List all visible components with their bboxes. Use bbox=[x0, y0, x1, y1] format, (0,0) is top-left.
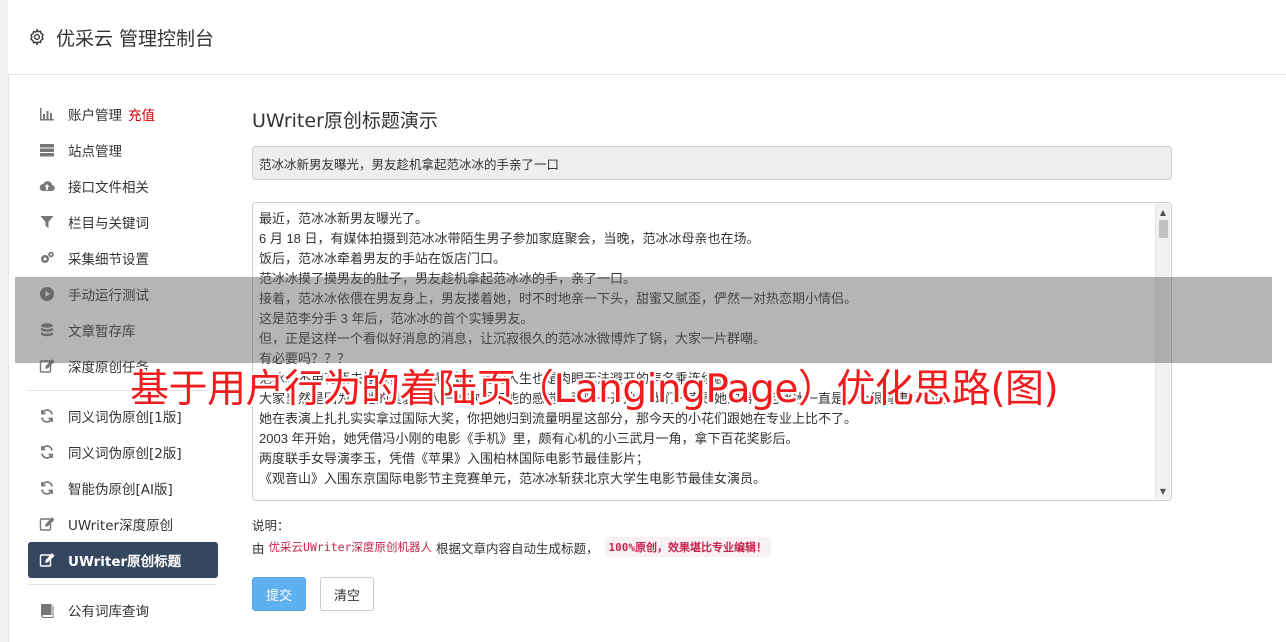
refresh-icon bbox=[38, 408, 56, 424]
recharge-link[interactable]: 充值 bbox=[128, 104, 155, 124]
note-badge: 100%原创，效果堪比专业编辑！ bbox=[604, 537, 771, 557]
server-icon bbox=[38, 142, 56, 158]
sidebar-item-label: 公有词库查询 bbox=[68, 604, 149, 620]
sidebar-item-label: 账户管理 bbox=[68, 108, 122, 124]
sidebar-item-uwriter-deep[interactable]: UWriter深度原创 bbox=[28, 506, 218, 542]
sidebar-item-label: 接口文件相关 bbox=[68, 180, 149, 196]
watermark-text: 基于用户行为的着陆页（LangingPage）优化思路(图) bbox=[130, 367, 1059, 412]
article-line: 最近，范冰冰新男友曝光了。 bbox=[259, 211, 429, 226]
sidebar-item-synonym-v2[interactable]: 同义词伪原创[2版] bbox=[28, 434, 218, 470]
sidebar-item-label: UWriter原创标题 bbox=[68, 554, 182, 570]
sidebar-item-label: 智能伪原创[AI版] bbox=[68, 482, 173, 498]
note-prefix: 由 bbox=[252, 540, 265, 556]
scroll-up-arrow-icon[interactable]: ▲ bbox=[1156, 205, 1170, 219]
article-line: 6 月 18 日，有媒体拍摄到范冰冰带陌生男子参加家庭聚会，当晚，范冰冰母亲也在… bbox=[259, 231, 760, 246]
top-bar: 优采云 管理控制台 bbox=[8, 0, 1286, 75]
refresh-icon bbox=[38, 444, 56, 460]
submit-button[interactable]: 提交 bbox=[252, 577, 306, 611]
main-content: UWriter原创标题演示 范冰冰新男友曝光，男友趁机拿起范冰冰的手亲了一口 最… bbox=[252, 106, 1172, 611]
note-text: 由 优采云UWriter深度原创机器人 根据文章内容自动生成标题， 100%原创… bbox=[252, 537, 771, 557]
filter-icon bbox=[38, 214, 56, 230]
cogs-icon bbox=[38, 250, 56, 266]
cloud-upload-icon bbox=[38, 178, 56, 194]
watermark-band bbox=[15, 277, 1272, 363]
sidebar-item-sites[interactable]: 站点管理 bbox=[28, 132, 218, 168]
sidebar-item-interface-files[interactable]: 接口文件相关 bbox=[28, 168, 218, 204]
sidebar-item-public-lexicon[interactable]: 公有词库查询 bbox=[28, 592, 218, 628]
refresh-icon bbox=[38, 480, 56, 496]
edit-icon bbox=[38, 552, 56, 568]
sidebar-item-label: 采集细节设置 bbox=[68, 252, 149, 268]
sidebar-item-collection-settings[interactable]: 采集细节设置 bbox=[28, 240, 218, 276]
sidebar-item-columns-keywords[interactable]: 栏目与关键词 bbox=[28, 204, 218, 240]
article-line: 2003 年开始，她凭借冯小刚的电影《手机》里，颇有心机的小三武月一角，拿下百花… bbox=[259, 431, 799, 446]
sidebar-divider bbox=[28, 584, 217, 585]
article-line: 《观音山》入围东京国际电影节主竞赛单元，范冰冰斩获北京大学生电影节最佳女演员。 bbox=[259, 471, 767, 486]
book-icon bbox=[38, 602, 56, 618]
sidebar-item-label: 栏目与关键词 bbox=[68, 216, 149, 232]
sidebar-item-label: 站点管理 bbox=[68, 144, 122, 160]
clear-button[interactable]: 清空 bbox=[320, 577, 374, 611]
page-title: UWriter原创标题演示 bbox=[252, 110, 438, 132]
note-label: 说明： bbox=[252, 518, 290, 533]
note-middle: 根据文章内容自动生成标题， bbox=[435, 540, 599, 556]
note-tool-name: 优采云UWriter深度原创机器人 bbox=[268, 540, 432, 554]
gear-icon bbox=[30, 28, 44, 46]
edit-icon bbox=[38, 516, 56, 532]
generated-title-field[interactable]: 范冰冰新男友曝光，男友趁机拿起范冰冰的手亲了一口 bbox=[252, 146, 1172, 180]
bar-chart-icon bbox=[38, 106, 56, 122]
sidebar-item-label: UWriter深度原创 bbox=[68, 518, 174, 534]
app-title: 优采云 管理控制台 bbox=[56, 27, 215, 50]
article-line: 两度联手女导演李玉，凭借《苹果》入围柏林国际电影节最佳影片； bbox=[259, 451, 650, 466]
sidebar-item-ai-rewrite[interactable]: 智能伪原创[AI版] bbox=[28, 470, 218, 506]
article-line: 饭后，范冰冰牵着男友的手站在饭店门口。 bbox=[259, 251, 507, 266]
scroll-down-arrow-icon[interactable]: ▼ bbox=[1156, 484, 1170, 498]
scrollbar-thumb[interactable] bbox=[1159, 220, 1168, 238]
sidebar-item-uwriter-title[interactable]: UWriter原创标题 bbox=[28, 542, 218, 578]
sidebar-item-label: 同义词伪原创[2版] bbox=[68, 446, 182, 462]
sidebar-item-account[interactable]: 账户管理 充值 bbox=[28, 96, 218, 132]
